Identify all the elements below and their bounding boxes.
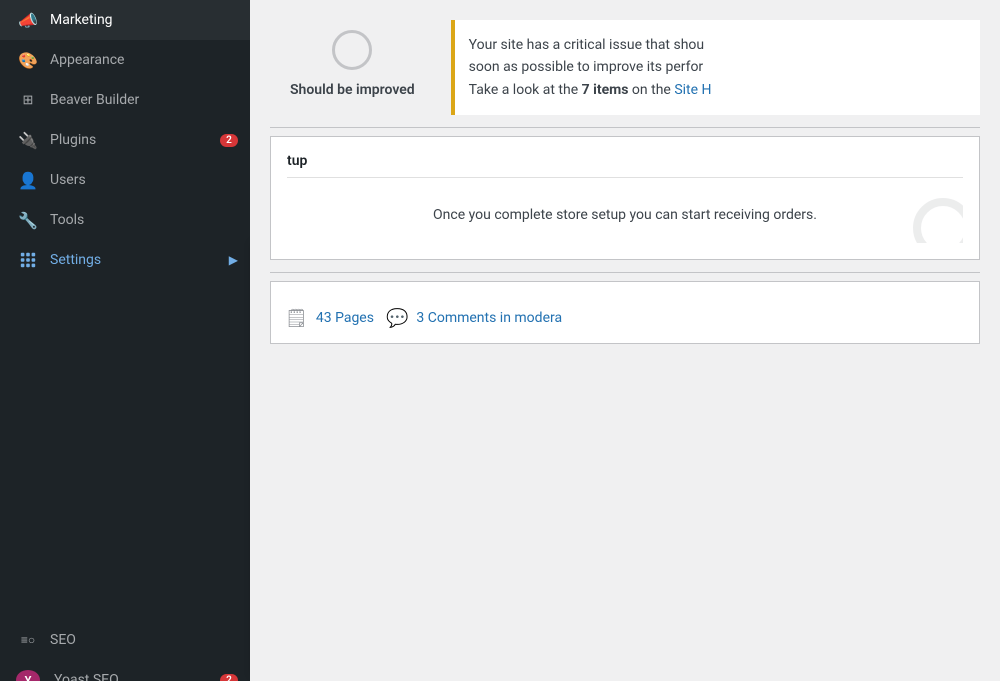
settings-arrow-icon: ▶ xyxy=(229,253,238,267)
sidebar-wrapper: 📣 Marketing 🎨 Appearance ⊞ Beaver Builde… xyxy=(0,0,250,681)
main-content: Should be improved Your site has a criti… xyxy=(250,0,1000,681)
sidebar-item-beaver-builder[interactable]: ⊞ Beaver Builder xyxy=(0,80,250,120)
setup-heading: tup xyxy=(287,153,963,169)
main-inner: Should be improved Your site has a criti… xyxy=(250,0,1000,681)
stats-row: 🗒 43 Pages 💬 3 Comments in modera xyxy=(285,308,965,329)
notice-text3: Take a look at the xyxy=(469,82,582,98)
circle-section: Should be improved xyxy=(270,20,435,108)
divider1 xyxy=(270,127,980,128)
settings-icon xyxy=(16,251,40,269)
notice-text4: on the xyxy=(628,82,674,98)
sidebar-item-yoast-seo[interactable]: Y Yoast SEO 2 xyxy=(0,660,250,681)
performance-circle-icon xyxy=(332,30,372,70)
sidebar-item-label: Yoast SEO xyxy=(54,672,220,681)
performance-header: Should be improved Your site has a criti… xyxy=(270,20,980,115)
sidebar-item-marketing[interactable]: 📣 Marketing xyxy=(0,0,250,40)
seo-icon: ≡○ xyxy=(16,633,40,647)
sidebar-item-label: Beaver Builder xyxy=(50,92,238,108)
setup-body: Once you complete store setup you can st… xyxy=(287,188,963,242)
tools-icon: 🔧 xyxy=(16,211,40,230)
appearance-icon: 🎨 xyxy=(16,51,40,70)
sidebar: 📣 Marketing 🎨 Appearance ⊞ Beaver Builde… xyxy=(0,0,250,681)
divider2 xyxy=(287,177,963,178)
sidebar-item-label: Settings xyxy=(50,252,225,268)
pages-icon: 🗒 xyxy=(285,308,308,329)
store-setup-section: tup Once you complete store setup you ca… xyxy=(270,136,980,259)
divider3 xyxy=(270,272,980,273)
sidebar-item-label: SEO xyxy=(50,632,238,648)
setup-decoration xyxy=(883,188,963,242)
performance-circle-label: Should be improved xyxy=(290,82,415,98)
sidebar-item-label: Appearance xyxy=(50,52,238,68)
setup-text: Once you complete store setup you can st… xyxy=(303,204,947,226)
users-icon: 👤 xyxy=(16,171,40,190)
stats-section: 🗒 43 Pages 💬 3 Comments in modera xyxy=(270,281,980,344)
yoast-icon: Y xyxy=(16,670,40,681)
sidebar-item-tools[interactable]: 🔧 Tools xyxy=(0,200,250,240)
settings-section: Settings ▶ General Writing Reading Discu… xyxy=(0,240,250,280)
critical-notice: Your site has a critical issue that shou… xyxy=(451,20,980,115)
sidebar-item-label: Tools xyxy=(50,212,238,228)
sidebar-item-seo[interactable]: ≡○ SEO xyxy=(0,620,250,660)
yoast-badge: 2 xyxy=(220,674,238,681)
stat-comments-label: 3 Comments in modera xyxy=(416,310,562,326)
beaver-builder-icon: ⊞ xyxy=(16,93,40,108)
stat-comments[interactable]: 💬 3 Comments in modera xyxy=(386,308,562,329)
plugins-icon: 🔌 xyxy=(16,131,40,150)
notice-bold: 7 items xyxy=(582,82,629,98)
sidebar-item-label: Plugins xyxy=(50,132,220,148)
notice-text2: soon as possible to improve its perfor xyxy=(469,59,704,75)
notice-text1: Your site has a critical issue that shou xyxy=(469,37,704,53)
plugins-badge: 2 xyxy=(220,134,238,147)
sidebar-item-settings[interactable]: Settings ▶ xyxy=(0,240,250,280)
stat-pages-label: 43 Pages xyxy=(316,310,374,326)
sidebar-item-label: Users xyxy=(50,172,238,188)
comments-icon: 💬 xyxy=(386,308,408,329)
sidebar-item-plugins[interactable]: 🔌 Plugins 2 xyxy=(0,120,250,160)
sidebar-item-users[interactable]: 👤 Users xyxy=(0,160,250,200)
marketing-icon: 📣 xyxy=(16,11,40,30)
sidebar-item-appearance[interactable]: 🎨 Appearance xyxy=(0,40,250,80)
sidebar-item-label: Marketing xyxy=(50,12,238,28)
stat-pages[interactable]: 🗒 43 Pages xyxy=(285,308,374,329)
notice-link[interactable]: Site H xyxy=(674,82,711,98)
